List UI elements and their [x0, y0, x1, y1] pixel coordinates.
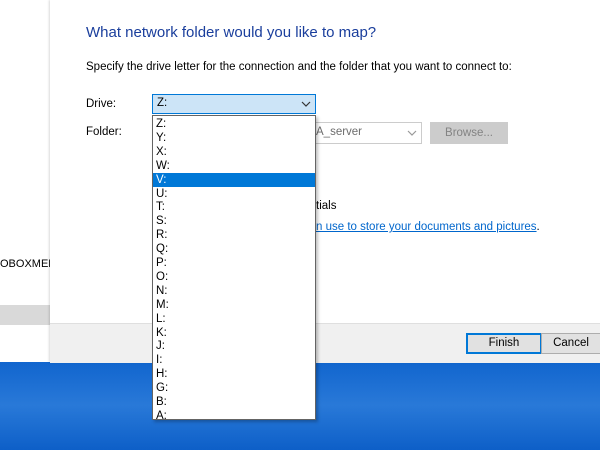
drive-dropdown-list[interactable]: Z: Y: X: W: V: U: T: S: R: Q: P: O: N: M: L: K: J: I: H: G:… [152, 115, 316, 423]
chevron-down-icon [301, 101, 311, 107]
drive-option[interactable]: M: [153, 298, 315, 312]
documents-link[interactable]: n use to store your documents and pictur… [316, 221, 537, 233]
folder-label: Folder: [86, 126, 122, 138]
chevron-down-icon[interactable] [407, 126, 417, 140]
drive-option[interactable]: P: [153, 256, 315, 270]
drive-option[interactable]: X: [153, 145, 315, 159]
background-item-label: OBOXMEDI [0, 258, 50, 270]
drive-option[interactable]: A: [153, 409, 315, 423]
drive-option[interactable]: L: [153, 312, 315, 326]
folder-input-value: A_server [316, 126, 363, 138]
map-network-drive-dialog: What network folder would you like to ma… [50, 0, 600, 363]
finish-button[interactable]: Finish [466, 333, 542, 354]
drive-option[interactable]: Q: [153, 242, 315, 256]
background-explorer-window: OBOXMEDI [0, 0, 50, 362]
cancel-button[interactable]: Cancel [541, 333, 600, 354]
background-selected-row [0, 305, 50, 325]
dialog-heading: What network folder would you like to ma… [86, 24, 377, 41]
drive-select-value: Z: [157, 97, 168, 109]
drive-option[interactable]: J: [153, 339, 315, 353]
link-suffix: . [536, 221, 540, 233]
drive-option[interactable]: B: [153, 395, 315, 409]
drive-option[interactable]: Y: [153, 131, 315, 145]
drive-option[interactable]: I: [153, 353, 315, 367]
drive-option[interactable]: U: [153, 187, 315, 201]
browse-button: Browse... [430, 122, 508, 144]
drive-option[interactable]: O: [153, 270, 315, 284]
folder-input[interactable]: A_server [316, 122, 422, 144]
drive-option[interactable]: N: [153, 284, 315, 298]
drive-option[interactable]: K: [153, 326, 315, 340]
drive-option[interactable]: Z: [153, 117, 315, 131]
dialog-footer: Finish Cancel [50, 323, 600, 363]
drive-option[interactable]: G: [153, 381, 315, 395]
drive-option[interactable]: W: [153, 159, 315, 173]
drive-label: Drive: [86, 98, 117, 110]
dialog-instruction: Specify the drive letter for the connect… [86, 61, 512, 73]
credentials-checkbox-label[interactable]: tials [316, 200, 336, 212]
drive-select[interactable]: Z: [152, 94, 316, 114]
drive-option[interactable]: H: [153, 367, 315, 381]
documents-link-line: n use to store your documents and pictur… [316, 221, 540, 233]
drive-option[interactable]: T: [153, 200, 315, 214]
drive-option[interactable]: S: [153, 214, 315, 228]
drive-option[interactable]: V: [153, 172, 315, 187]
drive-option[interactable]: R: [153, 228, 315, 242]
